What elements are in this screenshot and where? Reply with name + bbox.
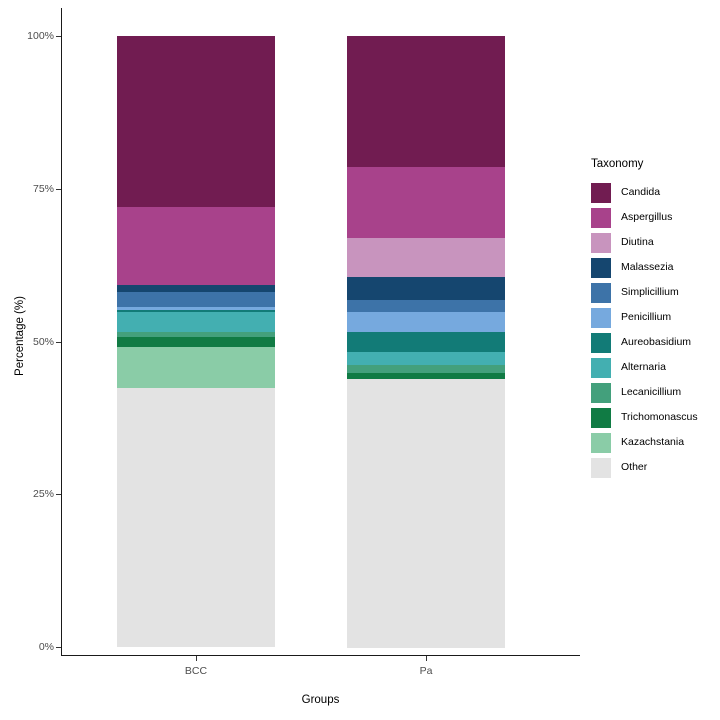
legend-item-candida[interactable]: Candida xyxy=(591,180,720,205)
bar-segment-alternaria xyxy=(347,352,505,365)
bar-segment-penicillium xyxy=(347,312,505,333)
bar-segment-malassezia xyxy=(117,285,275,292)
bar-segment-trichomonascus xyxy=(117,337,275,347)
legend-item-label: Lecanicillium xyxy=(621,386,682,398)
bar-segment-alternaria xyxy=(117,312,275,333)
legend-item-diutina[interactable]: Diutina xyxy=(591,230,720,255)
stacked-bar-chart-figure: Percentage (%) 100% 75% 50% 25% 0% BCC Pa Gro… xyxy=(0,0,720,720)
legend-swatch-icon xyxy=(591,257,611,278)
legend-swatch-icon xyxy=(591,357,611,378)
y-tick-label: 0% xyxy=(38,641,54,653)
legend-item-other[interactable]: Other xyxy=(591,455,720,480)
y-tick-label: 50% xyxy=(32,335,54,348)
bar-segment-malassezia xyxy=(347,276,505,300)
bar-segment-simplicillium xyxy=(347,299,505,313)
y-tick-label: 75% xyxy=(32,182,54,195)
legend-item-label: Trichomonascus xyxy=(621,411,698,423)
bar-segment-aureobasidium xyxy=(347,332,505,353)
legend-item-label: Candida xyxy=(621,186,661,198)
bar-pa xyxy=(347,36,505,648)
legend-item-label: Penicillium xyxy=(621,311,672,323)
legend-swatch-icon xyxy=(591,407,611,428)
x-tick-label: BCC xyxy=(184,665,208,677)
legend-swatch-icon xyxy=(591,457,611,478)
y-axis-line xyxy=(61,8,63,656)
legend-items: Candida Aspergillus Diutina Malassezia Simpl… xyxy=(591,180,720,480)
legend-swatch-icon xyxy=(591,332,611,353)
legend-swatch-icon xyxy=(591,207,611,228)
legend-item-aureobasidium[interactable]: Aureobasidium xyxy=(591,330,720,355)
bar-segment-candida xyxy=(117,36,275,208)
legend-swatch-icon xyxy=(591,382,611,403)
legend-item-alternaria[interactable]: Alternaria xyxy=(591,355,720,380)
bar-segment-other xyxy=(117,387,275,647)
x-tick-mark xyxy=(196,656,198,661)
bar-bcc xyxy=(117,36,275,647)
bar-segment-diutina xyxy=(347,237,505,277)
legend-item-label: Simplicillium xyxy=(621,286,679,298)
legend-swatch-icon xyxy=(591,282,611,303)
bar-segment-aspergillus xyxy=(347,166,505,238)
legend-item-label: Aspergillus xyxy=(621,211,673,223)
y-tick-label: 100% xyxy=(27,30,54,42)
bar-segment-kazachstania xyxy=(117,346,275,388)
bar-segment-candida xyxy=(347,36,505,167)
legend-item-label: Other xyxy=(621,461,648,473)
bar-segment-aspergillus xyxy=(117,207,275,286)
legend-swatch-icon xyxy=(591,232,611,253)
x-axis-title: Groups xyxy=(301,694,340,706)
legend-item-label: Aureobasidium xyxy=(621,336,692,348)
legend-item-aspergillus[interactable]: Aspergillus xyxy=(591,205,720,230)
legend-title: Taxonomy xyxy=(591,158,644,170)
legend-item-kazachstania[interactable]: Kazachstania xyxy=(591,430,720,455)
bar-segment-lecanicillium xyxy=(347,364,505,373)
legend-item-label: Alternaria xyxy=(621,361,666,373)
legend-item-simplicillium[interactable]: Simplicillium xyxy=(591,280,720,305)
legend-item-label: Diutina xyxy=(621,236,654,248)
legend-swatch-icon xyxy=(591,182,611,203)
x-axis-line xyxy=(61,655,580,657)
y-tick-label: 25% xyxy=(32,488,54,501)
legend-item-label: Malassezia xyxy=(621,261,674,273)
legend-item-lecanicillium[interactable]: Lecanicillium xyxy=(591,380,720,405)
legend-swatch-icon xyxy=(591,307,611,328)
legend-item-penicillium[interactable]: Penicillium xyxy=(591,305,720,330)
legend-item-label: Kazachstania xyxy=(621,436,685,448)
bar-segment-simplicillium xyxy=(117,292,275,308)
bar-segment-other xyxy=(347,378,505,648)
legend: Taxonomy Candida Aspergillus Diutina Malass… xyxy=(591,158,720,480)
x-tick-mark xyxy=(426,656,428,661)
legend-item-malassezia[interactable]: Malassezia xyxy=(591,255,720,280)
y-axis-ticks: 100% 75% 50% 25% 0% xyxy=(8,0,61,720)
legend-swatch-icon xyxy=(591,432,611,453)
legend-item-trichomonascus[interactable]: Trichomonascus xyxy=(591,405,720,430)
x-tick-label: Pa xyxy=(419,665,433,677)
